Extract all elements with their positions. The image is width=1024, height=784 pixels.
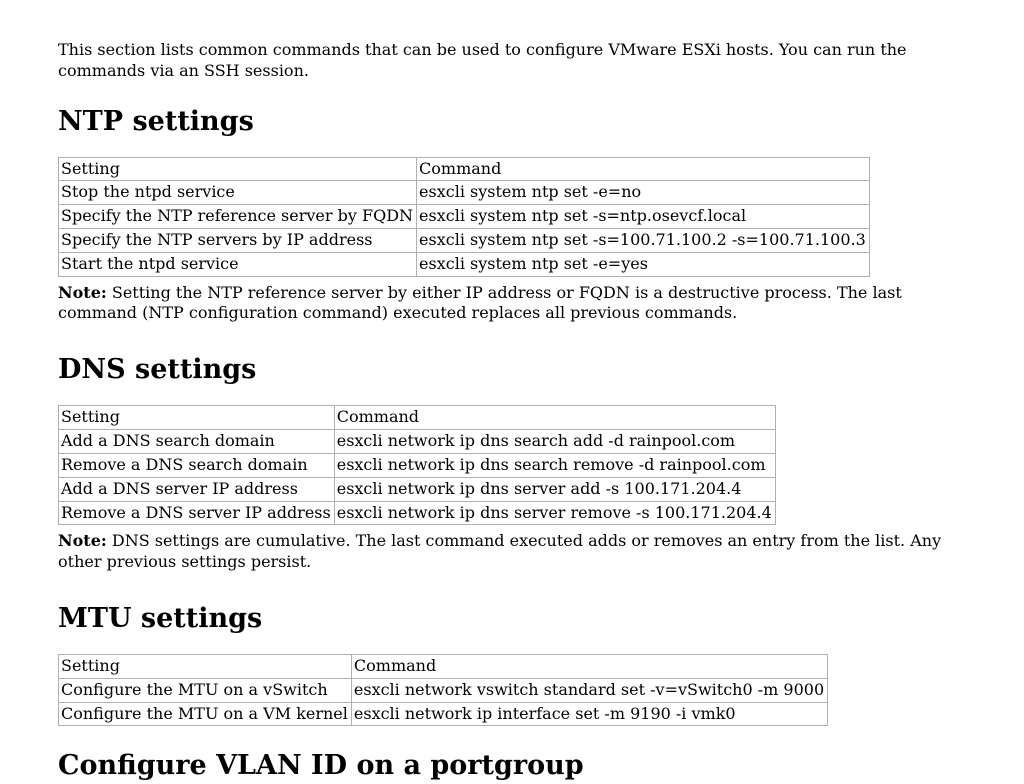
cell-command: esxcli network ip dns server remove -s 1… — [334, 501, 775, 525]
cell-setting: Remove a DNS server IP address — [59, 501, 335, 525]
cell-command: esxcli network ip dns search add -d rain… — [334, 430, 775, 454]
dns-note: Note: DNS settings are cumulative. The l… — [58, 531, 966, 573]
table-row: Remove a DNS search domain esxcli networ… — [59, 453, 776, 477]
dns-table: Setting Command Add a DNS search domain … — [58, 405, 776, 525]
cell-setting: Start the ntpd service — [59, 252, 417, 276]
table-header-row: Setting Command — [59, 406, 776, 430]
col-setting: Setting — [59, 406, 335, 430]
table-header-row: Setting Command — [59, 655, 828, 679]
ntp-note: Note: Setting the NTP reference server b… — [58, 283, 966, 325]
table-row: Remove a DNS server IP address esxcli ne… — [59, 501, 776, 525]
col-command: Command — [334, 406, 775, 430]
note-text: Setting the NTP reference server by eith… — [58, 283, 902, 323]
table-row: Configure the MTU on a VM kernel esxcli … — [59, 702, 828, 726]
cell-setting: Remove a DNS search domain — [59, 453, 335, 477]
cell-command: esxcli system ntp set -s=ntp.osevcf.loca… — [417, 205, 870, 229]
cell-command: esxcli system ntp set -s=100.71.100.2 -s… — [417, 229, 870, 253]
table-row: Specify the NTP servers by IP address es… — [59, 229, 870, 253]
table-row: Configure the MTU on a vSwitch esxcli ne… — [59, 678, 828, 702]
table-row: Stop the ntpd service esxcli system ntp … — [59, 181, 870, 205]
table-header-row: Setting Command — [59, 157, 870, 181]
dns-heading: DNS settings — [58, 352, 966, 387]
col-command: Command — [351, 655, 827, 679]
table-row: Specify the NTP reference server by FQDN… — [59, 205, 870, 229]
cell-command: esxcli network vswitch standard set -v=v… — [351, 678, 827, 702]
intro-paragraph: This section lists common commands that … — [58, 40, 966, 82]
note-label: Note: — [58, 531, 107, 550]
ntp-heading: NTP settings — [58, 104, 966, 139]
table-row: Add a DNS server IP address esxcli netwo… — [59, 477, 776, 501]
cell-setting: Configure the MTU on a VM kernel — [59, 702, 352, 726]
mtu-heading: MTU settings — [58, 601, 966, 636]
cell-setting: Specify the NTP reference server by FQDN — [59, 205, 417, 229]
note-label: Note: — [58, 283, 107, 302]
ntp-table: Setting Command Stop the ntpd service es… — [58, 157, 870, 277]
col-setting: Setting — [59, 655, 352, 679]
cell-command: esxcli system ntp set -e=no — [417, 181, 870, 205]
cell-command: esxcli network ip dns server add -s 100.… — [334, 477, 775, 501]
cell-command: esxcli network ip dns search remove -d r… — [334, 453, 775, 477]
cell-setting: Stop the ntpd service — [59, 181, 417, 205]
cell-setting: Specify the NTP servers by IP address — [59, 229, 417, 253]
cell-command: esxcli network ip interface set -m 9190 … — [351, 702, 827, 726]
cell-setting: Add a DNS search domain — [59, 430, 335, 454]
cell-setting: Configure the MTU on a vSwitch — [59, 678, 352, 702]
table-row: Add a DNS search domain esxcli network i… — [59, 430, 776, 454]
col-command: Command — [417, 157, 870, 181]
cell-command: esxcli system ntp set -e=yes — [417, 252, 870, 276]
col-setting: Setting — [59, 157, 417, 181]
vlan-heading: Configure VLAN ID on a portgroup — [58, 748, 966, 783]
table-row: Start the ntpd service esxcli system ntp… — [59, 252, 870, 276]
cell-setting: Add a DNS server IP address — [59, 477, 335, 501]
note-text: DNS settings are cumulative. The last co… — [58, 531, 941, 571]
mtu-table: Setting Command Configure the MTU on a v… — [58, 654, 828, 726]
